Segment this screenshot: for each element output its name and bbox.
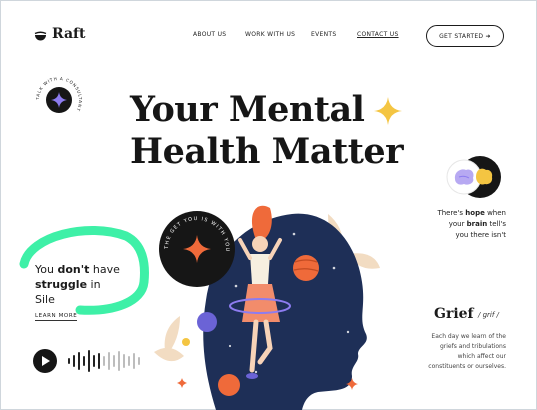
grief-heading: Grief	[434, 306, 474, 322]
planet-purple	[197, 312, 217, 332]
lead-bold-2: struggle	[35, 278, 88, 291]
grief-line-3: which affect our	[457, 353, 506, 360]
hope-bold-2: brain	[466, 220, 488, 228]
play-button[interactable]	[33, 349, 57, 373]
hope-text-3: your	[448, 220, 467, 228]
lead-text-2: have	[89, 263, 120, 276]
brain-yellow-icon	[476, 168, 493, 185]
brain-icon	[454, 169, 474, 185]
grief-line-1: Each day we learn of the	[431, 333, 506, 340]
brand-logo[interactable]: Raft	[34, 26, 86, 42]
lead-text-1: You	[35, 263, 58, 276]
hero-lead: You don't have struggle in Sile	[35, 262, 120, 307]
grief-description: Each day we learn of the griefs and trib…	[396, 332, 506, 372]
get-started-button[interactable]: GET STARTED ➜	[426, 25, 504, 47]
planet-orange	[293, 255, 319, 281]
nav-about-us[interactable]: ABOUT US	[193, 31, 226, 38]
hope-bold-1: hope	[465, 209, 485, 217]
lead-text-4: in	[87, 278, 101, 291]
brand-name: Raft	[52, 26, 86, 42]
raft-logo-icon	[34, 31, 47, 40]
consultant-badge[interactable]: TALK WITH A CONSULTANT	[36, 77, 82, 123]
get-started-label: GET STARTED ➜	[439, 32, 491, 40]
hope-text: There's hope when your brain tell's you …	[396, 208, 506, 241]
motto-badge[interactable]: THE GET YOU IS WITH YOU	[158, 210, 236, 288]
planet-red	[218, 374, 240, 396]
hope-text-2: when	[484, 209, 506, 217]
grief-phonetic: / grif /	[478, 311, 499, 319]
audio-waveform[interactable]	[68, 350, 144, 372]
hope-text-1: There's	[437, 209, 466, 217]
grief-line-4: constituents or ourselves.	[428, 363, 506, 370]
grief-line-2: griefs and tribulations	[439, 343, 506, 350]
hero-title-line2: Health Matter	[130, 131, 404, 172]
hope-text-4: tell's	[487, 220, 506, 228]
nav-work-with-us[interactable]: WORK WITH US	[245, 31, 295, 38]
sparkle-icon	[374, 97, 402, 125]
hero-title-line1: Your Mental	[130, 89, 365, 130]
nav-events[interactable]: EVENTS	[311, 31, 336, 38]
lead-text-5: Sile	[35, 293, 55, 306]
learn-more-link[interactable]: LEARN MORE	[35, 313, 78, 321]
brain-icons	[446, 156, 501, 198]
play-icon	[41, 356, 50, 366]
hope-text-5: you there isn't	[455, 231, 506, 239]
lead-bold-1: don't	[57, 263, 90, 276]
nav-contact-us[interactable]: CONTACT US	[357, 31, 399, 38]
